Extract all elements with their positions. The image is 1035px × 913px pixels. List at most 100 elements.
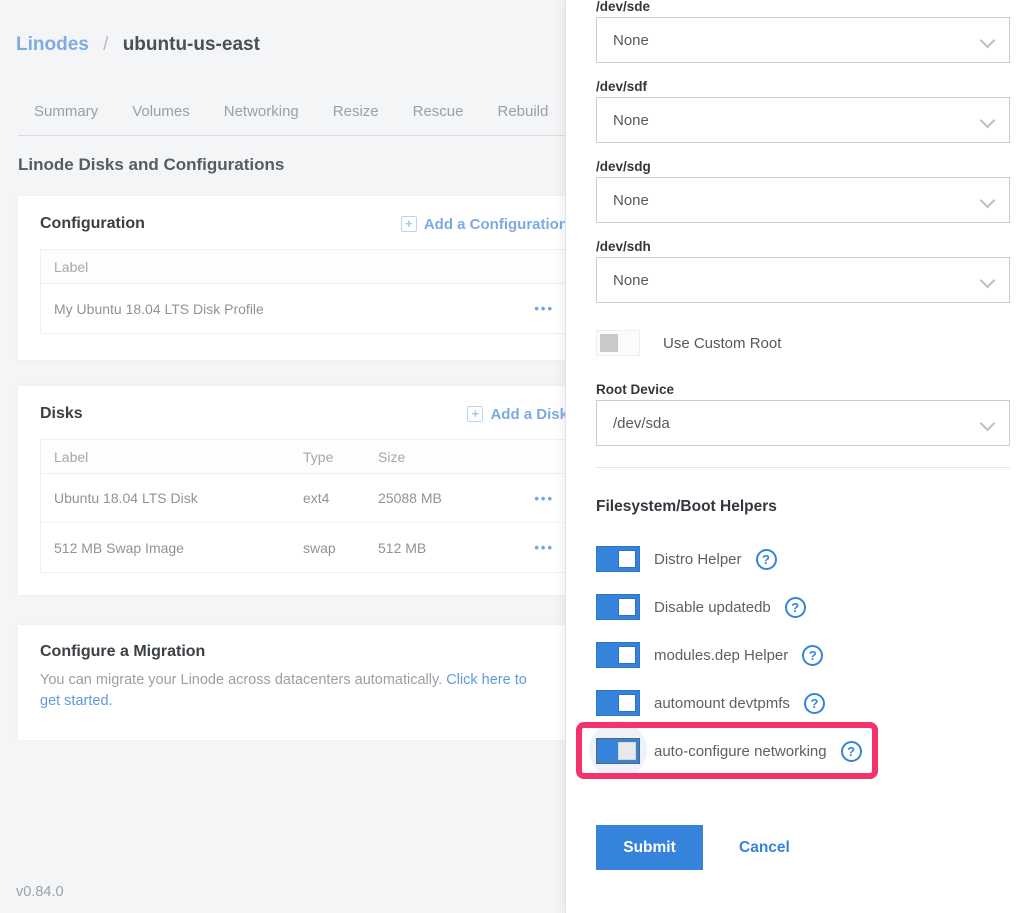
use-custom-root-toggle[interactable] (596, 330, 640, 356)
linode-tabs: Summary Volumes Networking Resize Rescue… (34, 103, 548, 134)
help-icon[interactable]: ? (802, 645, 823, 666)
root-device-label: Root Device (596, 383, 1010, 397)
use-custom-root-label: Use Custom Root (663, 335, 781, 352)
submit-button[interactable]: Submit (596, 825, 703, 870)
chevron-down-icon (982, 115, 993, 126)
device-sdf-label: /dev/sdf (596, 80, 1010, 94)
root-device-value: /dev/sda (613, 415, 670, 432)
root-device-select[interactable]: /dev/sda (596, 400, 1010, 446)
add-configuration-button[interactable]: + Add a Configuration (401, 216, 568, 233)
device-field-sdf: /dev/sdf None (596, 80, 1010, 143)
tab-networking[interactable]: Networking (224, 103, 299, 134)
add-disk-button[interactable]: + Add a Disk (467, 406, 568, 423)
tab-rebuild[interactable]: Rebuild (497, 103, 548, 134)
device-sde-label: /dev/sde (596, 0, 1010, 14)
automount-devtpmfs-toggle[interactable] (596, 690, 640, 716)
modules-dep-helper-label: modules.dep Helper (654, 647, 788, 664)
disk-size: 25088 MB (378, 490, 519, 506)
helpers-section-title: Filesystem/Boot Helpers (596, 498, 1010, 516)
column-size: Size (378, 449, 519, 465)
drawer-divider (596, 467, 1010, 468)
device-sde-select[interactable]: None (596, 17, 1010, 63)
column-type: Type (303, 449, 378, 465)
helper-row-automount: automount devtpmfs ? (596, 690, 1010, 716)
column-label: Label (41, 449, 303, 465)
edit-configuration-drawer: /dev/sde None /dev/sdf None /dev/sdg Non… (565, 0, 1035, 913)
configuration-actions-menu-icon[interactable]: ••• (519, 301, 567, 316)
helper-row-modules-dep: modules.dep Helper ? (596, 642, 1010, 668)
distro-helper-toggle[interactable] (596, 546, 640, 572)
disk-actions-menu-icon[interactable]: ••• (519, 540, 567, 555)
helper-row-updatedb: Disable updatedb ? (596, 594, 1010, 620)
toggle-knob (618, 694, 636, 712)
device-sdg-select[interactable]: None (596, 177, 1010, 223)
tab-summary[interactable]: Summary (34, 103, 98, 134)
chevron-down-icon (982, 195, 993, 206)
tab-volumes[interactable]: Volumes (132, 103, 190, 134)
disk-label: 512 MB Swap Image (41, 540, 303, 556)
main-content: Linodes / ubuntu-us-east Summary Volumes… (0, 0, 608, 913)
automount-devtpmfs-label: automount devtpmfs (654, 695, 790, 712)
migration-panel: Configure a Migration You can migrate yo… (18, 625, 590, 740)
toggle-knob (618, 742, 636, 760)
device-sdf-select[interactable]: None (596, 97, 1010, 143)
tab-rescue[interactable]: Rescue (413, 103, 464, 134)
modules-dep-helper-toggle[interactable] (596, 642, 640, 668)
plus-icon: + (401, 216, 417, 232)
toggle-knob (600, 334, 618, 352)
cancel-button[interactable]: Cancel (739, 839, 790, 857)
configuration-label: My Ubuntu 18.04 LTS Disk Profile (41, 301, 519, 317)
disks-panel-title: Disks (40, 405, 83, 423)
toggle-knob (618, 598, 636, 616)
configuration-row: My Ubuntu 18.04 LTS Disk Profile ••• (41, 284, 567, 333)
linode-manager-page: Linodes / ubuntu-us-east Summary Volumes… (0, 0, 1035, 913)
disks-panel: Disks + Add a Disk Label Type Size Ubunt… (18, 386, 590, 595)
disk-type: ext4 (303, 490, 378, 506)
help-icon[interactable]: ? (804, 693, 825, 714)
auto-configure-networking-label: auto-configure networking (654, 743, 827, 760)
drawer-actions: Submit Cancel (596, 825, 1010, 870)
device-sdf-value: None (613, 112, 649, 129)
tabs-divider (18, 135, 590, 136)
use-custom-root-row: Use Custom Root (596, 330, 1010, 356)
device-sdh-value: None (613, 272, 649, 289)
help-icon[interactable]: ? (756, 549, 777, 570)
disk-row: Ubuntu 18.04 LTS Disk ext4 25088 MB ••• (41, 474, 567, 523)
configuration-table: Label My Ubuntu 18.04 LTS Disk Profile •… (40, 249, 568, 334)
device-field-sde: /dev/sde None (596, 0, 1010, 63)
device-sde-value: None (613, 32, 649, 49)
app-version: v0.84.0 (16, 884, 64, 900)
help-icon[interactable]: ? (841, 741, 862, 762)
breadcrumb: Linodes / ubuntu-us-east (16, 34, 260, 56)
helper-row-distro: Distro Helper ? (596, 546, 1010, 572)
distro-helper-label: Distro Helper (654, 551, 742, 568)
auto-configure-networking-toggle[interactable] (596, 738, 640, 764)
breadcrumb-separator: / (103, 34, 108, 55)
root-device-field: Root Device /dev/sda (596, 383, 1010, 446)
device-sdg-value: None (613, 192, 649, 209)
migration-panel-title: Configure a Migration (40, 643, 568, 661)
disk-size: 512 MB (378, 540, 519, 556)
migration-description: You can migrate your Linode across datac… (40, 670, 545, 713)
breadcrumb-linodes-link[interactable]: Linodes (16, 34, 89, 55)
device-field-sdh: /dev/sdh None (596, 240, 1010, 303)
page-title: Linode Disks and Configurations (18, 155, 284, 175)
toggle-knob (618, 550, 636, 568)
disable-updatedb-toggle[interactable] (596, 594, 640, 620)
device-sdh-label: /dev/sdh (596, 240, 1010, 254)
disk-row: 512 MB Swap Image swap 512 MB ••• (41, 523, 567, 572)
tab-resize[interactable]: Resize (333, 103, 379, 134)
migration-text: You can migrate your Linode across datac… (40, 672, 446, 688)
device-field-sdg: /dev/sdg None (596, 160, 1010, 223)
disk-type: swap (303, 540, 378, 556)
plus-icon: + (467, 406, 483, 422)
disk-label: Ubuntu 18.04 LTS Disk (41, 490, 303, 506)
toggle-knob (618, 646, 636, 664)
breadcrumb-current-linode: ubuntu-us-east (123, 34, 260, 55)
help-icon[interactable]: ? (785, 597, 806, 618)
configuration-table-header: Label (41, 250, 567, 284)
device-sdh-select[interactable]: None (596, 257, 1010, 303)
column-label: Label (41, 259, 519, 275)
chevron-down-icon (982, 35, 993, 46)
disk-actions-menu-icon[interactable]: ••• (519, 491, 567, 506)
